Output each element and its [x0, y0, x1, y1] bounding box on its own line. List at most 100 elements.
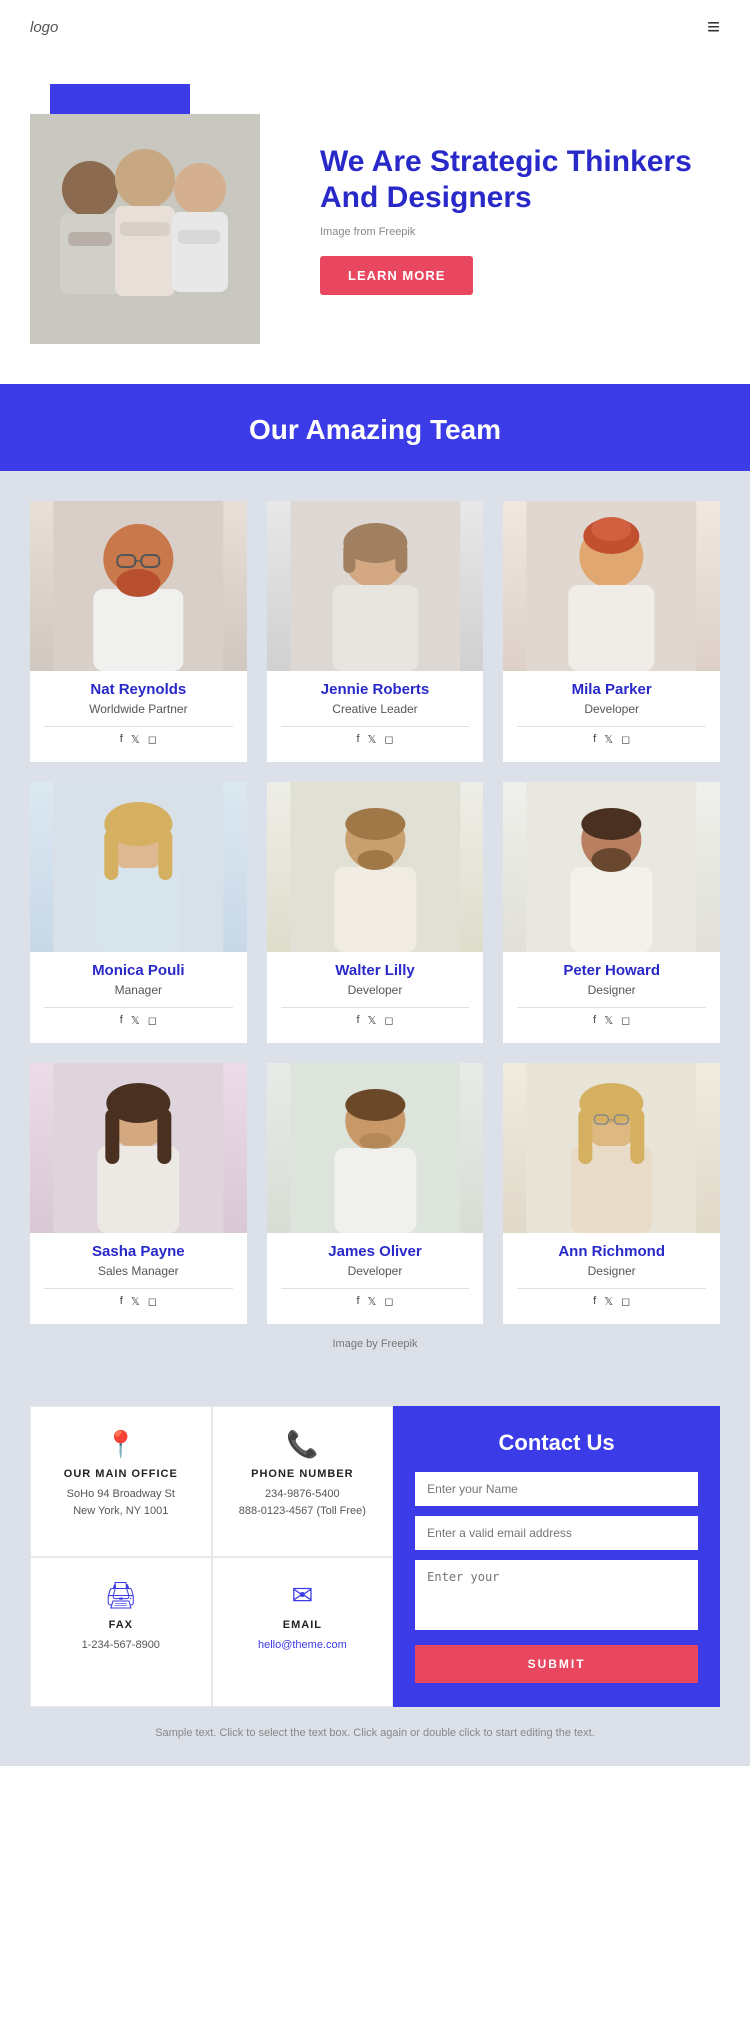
facebook-icon-9[interactable]: f [593, 1295, 596, 1308]
team-card-1: Nat Reynolds Worldwide Partner f 𝕏 ◻ [30, 501, 247, 762]
team-role-8: Developer [267, 1264, 484, 1278]
team-card-7: Sasha Payne Sales Manager f 𝕏 ◻ [30, 1063, 247, 1324]
contact-email-input[interactable] [415, 1516, 698, 1550]
team-photo-1 [30, 501, 247, 671]
fax-number: 1-234-567-8900 [49, 1637, 193, 1654]
twitter-icon-5[interactable]: 𝕏 [368, 1014, 377, 1027]
email-link[interactable]: hello@theme.com [258, 1639, 347, 1651]
contact-email-box: ✉ EMAIL hello@theme.com [212, 1557, 394, 1708]
twitter-icon-2[interactable]: 𝕏 [368, 733, 377, 746]
instagram-icon-9[interactable]: ◻ [621, 1295, 630, 1308]
contact-form: SUBMIT [415, 1472, 698, 1683]
team-social-3: f 𝕏 ◻ [517, 726, 706, 748]
team-grid-wrapper: Nat Reynolds Worldwide Partner f 𝕏 ◻ [0, 471, 750, 1376]
instagram-icon-3[interactable]: ◻ [621, 733, 630, 746]
twitter-icon-9[interactable]: 𝕏 [604, 1295, 613, 1308]
hero-image-credit: Image from Freepik [320, 226, 720, 238]
twitter-icon-3[interactable]: 𝕏 [604, 733, 613, 746]
contact-grid: 📍 OUR MAIN OFFICE SoHo 94 Broadway St Ne… [30, 1406, 720, 1707]
facebook-icon-8[interactable]: f [356, 1295, 359, 1308]
team-role-9: Designer [503, 1264, 720, 1278]
facebook-icon-3[interactable]: f [593, 733, 596, 746]
contact-name-input[interactable] [415, 1472, 698, 1506]
team-photo-8 [267, 1063, 484, 1233]
instagram-icon-1[interactable]: ◻ [148, 733, 157, 746]
team-card-8: James Oliver Developer f 𝕏 ◻ [267, 1063, 484, 1324]
header: logo ≡ [0, 0, 750, 54]
contact-fax-box: 🖨 FAX 1-234-567-8900 [30, 1557, 212, 1708]
facebook-icon-6[interactable]: f [593, 1014, 596, 1027]
facebook-icon-7[interactable]: f [120, 1295, 123, 1308]
team-name-9: Ann Richmond [503, 1243, 720, 1260]
team-name-7: Sasha Payne [30, 1243, 247, 1260]
instagram-icon-7[interactable]: ◻ [148, 1295, 157, 1308]
instagram-icon-8[interactable]: ◻ [384, 1295, 393, 1308]
team-card-2: Jennie Roberts Creative Leader f 𝕏 ◻ [267, 501, 484, 762]
team-card-3: Mila Parker Developer f 𝕏 ◻ [503, 501, 720, 762]
hero-people-image [30, 114, 260, 344]
team-photo-3 [503, 501, 720, 671]
team-photo-9 [503, 1063, 720, 1233]
team-social-7: f 𝕏 ◻ [44, 1288, 233, 1310]
instagram-icon-2[interactable]: ◻ [384, 733, 393, 746]
facebook-icon-2[interactable]: f [356, 733, 359, 746]
team-role-4: Manager [30, 983, 247, 997]
facebook-icon-1[interactable]: f [120, 733, 123, 746]
team-card-6: Peter Howard Designer f 𝕏 ◻ [503, 782, 720, 1043]
team-role-5: Developer [267, 983, 484, 997]
menu-icon[interactable]: ≡ [707, 14, 720, 40]
contact-middle-col: 📞 PHONE NUMBER 234-9876-5400 888-0123-45… [212, 1406, 394, 1707]
team-card-4: Monica Pouli Manager f 𝕏 ◻ [30, 782, 247, 1043]
phone-number1: 234-9876-5400 [231, 1486, 375, 1503]
email-address: hello@theme.com [231, 1637, 375, 1654]
contact-office-box: 📍 OUR MAIN OFFICE SoHo 94 Broadway St Ne… [30, 1406, 212, 1557]
team-photo-6 [503, 782, 720, 952]
hero-title: We Are Strategic Thinkers And Designers [320, 144, 720, 216]
instagram-icon-5[interactable]: ◻ [384, 1014, 393, 1027]
office-address: SoHo 94 Broadway St New York, NY 1001 [49, 1486, 193, 1519]
twitter-icon-1[interactable]: 𝕏 [131, 733, 140, 746]
footer: Sample text. Click to select the text bo… [0, 1707, 750, 1766]
twitter-icon-7[interactable]: 𝕏 [131, 1295, 140, 1308]
team-photo-4 [30, 782, 247, 952]
twitter-icon-6[interactable]: 𝕏 [604, 1014, 613, 1027]
footer-note-text: Sample text. Click to select the text bo… [155, 1727, 595, 1739]
team-name-3: Mila Parker [503, 681, 720, 698]
team-photo-2 [267, 501, 484, 671]
fax-icon: 🖨 [49, 1580, 193, 1611]
team-role-3: Developer [503, 702, 720, 716]
team-name-4: Monica Pouli [30, 962, 247, 979]
email-label: EMAIL [231, 1619, 375, 1631]
location-icon: 📍 [49, 1429, 193, 1460]
contact-form-title: Contact Us [415, 1430, 698, 1456]
team-name-1: Nat Reynolds [30, 681, 247, 698]
team-photo-7 [30, 1063, 247, 1233]
facebook-icon-5[interactable]: f [356, 1014, 359, 1027]
team-card-5: Walter Lilly Developer f 𝕏 ◻ [267, 782, 484, 1043]
facebook-icon-4[interactable]: f [120, 1014, 123, 1027]
team-role-7: Sales Manager [30, 1264, 247, 1278]
freepik-link[interactable]: Freepik [379, 226, 416, 238]
contact-message-input[interactable] [415, 1560, 698, 1630]
instagram-icon-6[interactable]: ◻ [621, 1014, 630, 1027]
twitter-icon-4[interactable]: 𝕏 [131, 1014, 140, 1027]
fax-label: FAX [49, 1619, 193, 1631]
hero-text: We Are Strategic Thinkers And Designers … [320, 144, 720, 295]
learn-more-button[interactable]: LEARN MORE [320, 256, 473, 295]
freepik-team-link[interactable]: Freepik [381, 1338, 418, 1350]
team-name-2: Jennie Roberts [267, 681, 484, 698]
phone-label: PHONE NUMBER [231, 1468, 375, 1480]
instagram-icon-4[interactable]: ◻ [148, 1014, 157, 1027]
team-social-5: f 𝕏 ◻ [281, 1007, 470, 1029]
team-name-6: Peter Howard [503, 962, 720, 979]
team-name-8: James Oliver [267, 1243, 484, 1260]
team-social-4: f 𝕏 ◻ [44, 1007, 233, 1029]
contact-submit-button[interactable]: SUBMIT [415, 1645, 698, 1683]
twitter-icon-8[interactable]: 𝕏 [368, 1295, 377, 1308]
contact-phone-box: 📞 PHONE NUMBER 234-9876-5400 888-0123-45… [212, 1406, 394, 1557]
contact-form-col: Contact Us SUBMIT [393, 1406, 720, 1707]
logo: logo [30, 19, 58, 36]
phone-number2: 888-0123-4567 (Toll Free) [231, 1503, 375, 1520]
team-role-1: Worldwide Partner [30, 702, 247, 716]
team-name-5: Walter Lilly [267, 962, 484, 979]
